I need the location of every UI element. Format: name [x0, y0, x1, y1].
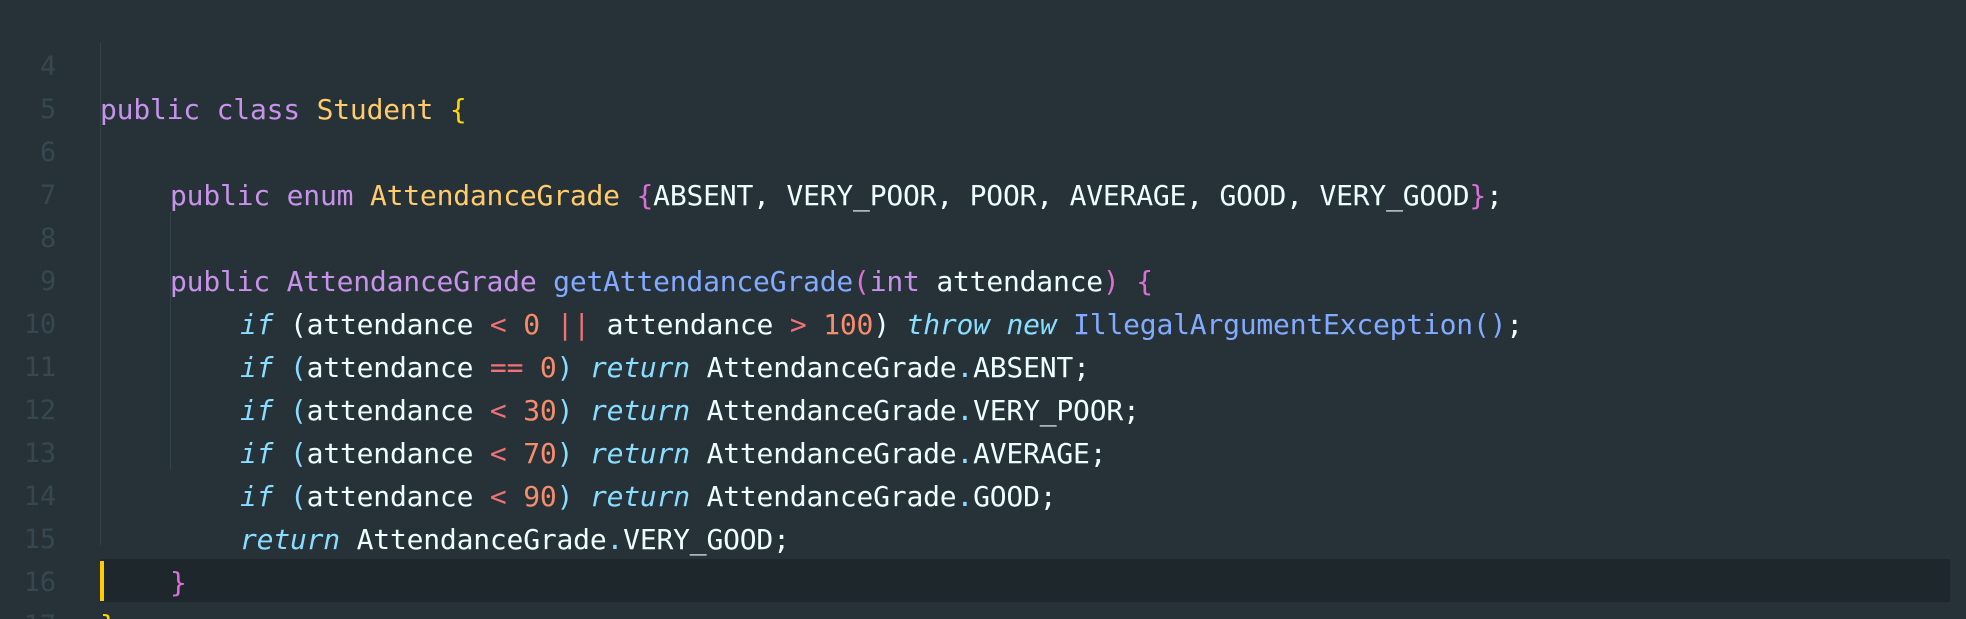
code-line[interactable]: 4 public class Student { [0, 2, 1966, 126]
text-cursor [100, 561, 104, 601]
code-line[interactable]: 14 return AttendanceGrade.VERY_GOOD; [0, 432, 1966, 556]
line-content[interactable]: } [100, 604, 117, 619]
code-line[interactable]: 7 [0, 131, 1966, 211]
code-line[interactable]: 13 if (attendance < 90) return Attendanc… [0, 389, 1966, 513]
code-line[interactable]: 10 if (attendance == 0) return Attendanc… [0, 260, 1966, 384]
code-line[interactable]: 8 public AttendanceGrade getAttendanceGr… [0, 174, 1966, 298]
code-line[interactable]: 9 if (attendance < 0 || attendance > 100… [0, 217, 1966, 341]
code-line[interactable]: 15 } [0, 475, 1966, 599]
code-line[interactable]: 17 [0, 561, 1966, 619]
code-line[interactable]: 16 } [0, 518, 1966, 619]
code-editor[interactable]: 4 public class Student { 5 6 public enum… [0, 0, 1966, 619]
code-line[interactable]: 6 public enum AttendanceGrade {ABSENT, V… [0, 88, 1966, 212]
code-line[interactable]: 12 if (attendance < 70) return Attendanc… [0, 346, 1966, 470]
code-line[interactable]: 11 if (attendance < 30) return Attendanc… [0, 303, 1966, 427]
line-number: 17 [0, 604, 56, 619]
code-line[interactable]: 5 [0, 45, 1966, 125]
token-brace: } [100, 609, 117, 619]
